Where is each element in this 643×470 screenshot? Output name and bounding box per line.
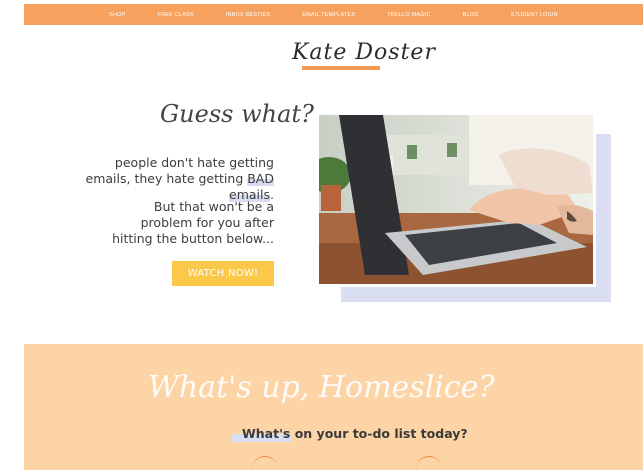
watch-now-button[interactable]: WATCH NOW!: [172, 261, 274, 286]
homeslice-section: What's up, Homeslice? What's on your to-…: [24, 344, 643, 470]
left-arc-decoration: [252, 456, 278, 470]
hero-copy-prefix: people don't hate getting emails, they h…: [85, 155, 274, 186]
hero-script-heading: Guess what?: [160, 100, 314, 128]
nav-link-trello-magic[interactable]: TRELLO MAGIC: [387, 12, 430, 18]
logo-underline: [302, 66, 380, 70]
logo-text: Kate Doster: [292, 40, 436, 65]
top-navigation: SHOP FREE CLASS INBOX BESTIES EMAIL TEMP…: [24, 4, 643, 25]
hero-photo-laptop: [316, 112, 596, 287]
nav-link-email-templates[interactable]: EMAIL TEMPLATES: [302, 12, 355, 18]
section2-script-heading: What's up, Homeslice?: [148, 370, 495, 405]
laptop-typing-image: [319, 115, 593, 284]
nav-link-student-login[interactable]: STUDENT LOGIN: [511, 12, 558, 18]
nav-link-free-class[interactable]: FREE CLASS: [158, 12, 194, 18]
nav-link-blog[interactable]: BLOG: [463, 12, 479, 18]
right-arc-decoration: [416, 456, 442, 470]
nav-link-inbox-besties[interactable]: INBOX BESTIES: [226, 12, 270, 18]
hero-copy-primary: people don't hate getting emails, they h…: [80, 155, 274, 203]
hero-copy-secondary: But that won't be a problem for you afte…: [112, 199, 274, 246]
todo-subheading: What's on your to-do list today?: [242, 426, 468, 441]
nav-link-shop[interactable]: SHOP: [109, 12, 125, 18]
site-logo[interactable]: Kate Doster: [290, 38, 435, 78]
